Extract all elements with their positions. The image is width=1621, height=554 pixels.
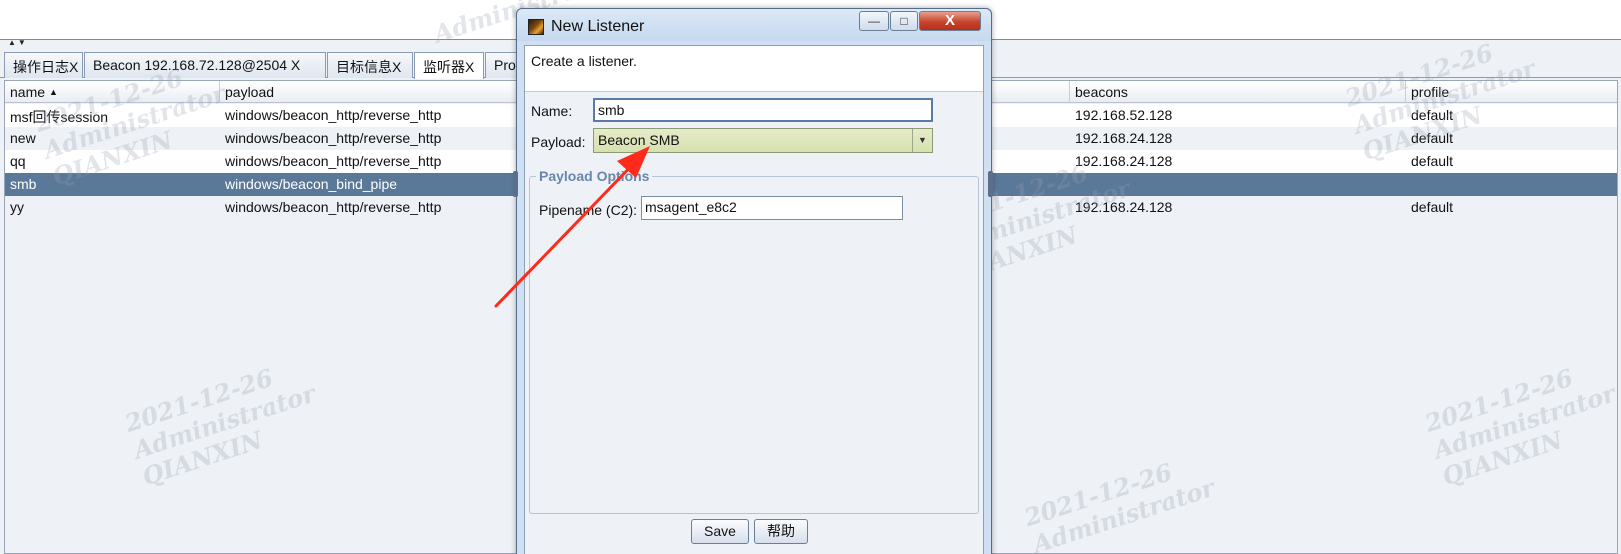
cell-payload: windows/beacon_http/reverse_http xyxy=(225,130,442,146)
cell-name: msf回传session xyxy=(10,109,109,125)
payload-label: Payload: xyxy=(531,134,586,150)
chevron-down-icon[interactable]: ▼ xyxy=(912,129,932,152)
new-listener-dialog: New Listener — □ X Create a listener. Na… xyxy=(513,8,993,554)
dialog-description: Create a listener. xyxy=(525,46,983,92)
cell-beacons: 192.168.24.128 xyxy=(1075,153,1173,169)
help-button[interactable]: 帮助 xyxy=(754,519,808,544)
cell-payload: windows/beacon_http/reverse_http xyxy=(225,153,442,169)
tab-operation-log[interactable]: 操作日志X xyxy=(4,52,83,78)
name-label: Name: xyxy=(531,103,573,119)
cell-beacons: 192.168.24.128 xyxy=(1075,130,1173,146)
dialog-title: New Listener xyxy=(551,18,645,35)
column-header-name[interactable]: name ▲ xyxy=(5,81,220,103)
payload-select[interactable]: Beacon SMB ▼ xyxy=(593,128,933,153)
name-input[interactable]: smb xyxy=(593,98,933,122)
minimize-icon: — xyxy=(868,14,880,28)
tab-beacon-session[interactable]: Beacon 192.168.72.128@2504 X xyxy=(84,52,326,78)
cell-profile: default xyxy=(1411,153,1454,169)
splitter-arrows-icon[interactable]: ▲▼ xyxy=(8,39,28,47)
cell-beacons: 192.168.24.128 xyxy=(1075,199,1173,215)
cell-name: qq xyxy=(10,153,26,169)
payload-options-group: Payload Options Pipename (C2): msagent_e… xyxy=(529,168,979,514)
payload-selected-value: Beacon SMB xyxy=(598,132,680,148)
pipename-input[interactable]: msagent_e8c2 xyxy=(641,196,903,220)
cell-payload: windows/beacon_bind_pipe xyxy=(225,176,398,192)
cell-name: yy xyxy=(10,199,24,215)
payload-options-title: Payload Options xyxy=(536,168,653,184)
cell-beacons: 192.168.52.128 xyxy=(1075,107,1173,123)
dialog-content: Create a listener. Name: smb Payload: Be… xyxy=(524,45,984,554)
cell-payload: windows/beacon_http/reverse_http xyxy=(225,107,442,123)
save-button[interactable]: Save xyxy=(691,519,749,544)
cell-payload: windows/beacon_http/reverse_http xyxy=(225,199,442,215)
column-header-profile[interactable]: profile xyxy=(1406,81,1619,103)
tab-target-info[interactable]: 目标信息X xyxy=(327,52,413,78)
cell-profile: default xyxy=(1411,130,1454,146)
close-icon: X xyxy=(944,12,955,29)
pipename-label: Pipename (C2): xyxy=(539,202,638,218)
tab-listeners[interactable]: 监听器X xyxy=(414,52,484,79)
column-header-beacons[interactable]: beacons xyxy=(1070,81,1406,103)
cell-profile: default xyxy=(1411,199,1454,215)
app-logo-icon xyxy=(528,19,544,35)
maximize-icon: □ xyxy=(900,14,908,28)
cell-name: smb xyxy=(10,176,37,192)
resize-handle-right[interactable] xyxy=(988,171,993,197)
cell-profile: default xyxy=(1411,107,1454,123)
maximize-button[interactable]: □ xyxy=(890,11,918,31)
dialog-titlebar[interactable]: New Listener — □ X xyxy=(517,9,991,41)
sort-ascending-icon: ▲ xyxy=(49,87,58,97)
minimize-button[interactable]: — xyxy=(859,11,889,31)
close-button[interactable]: X xyxy=(919,11,981,31)
resize-handle-left[interactable] xyxy=(513,171,518,197)
cell-name: new xyxy=(10,130,36,146)
